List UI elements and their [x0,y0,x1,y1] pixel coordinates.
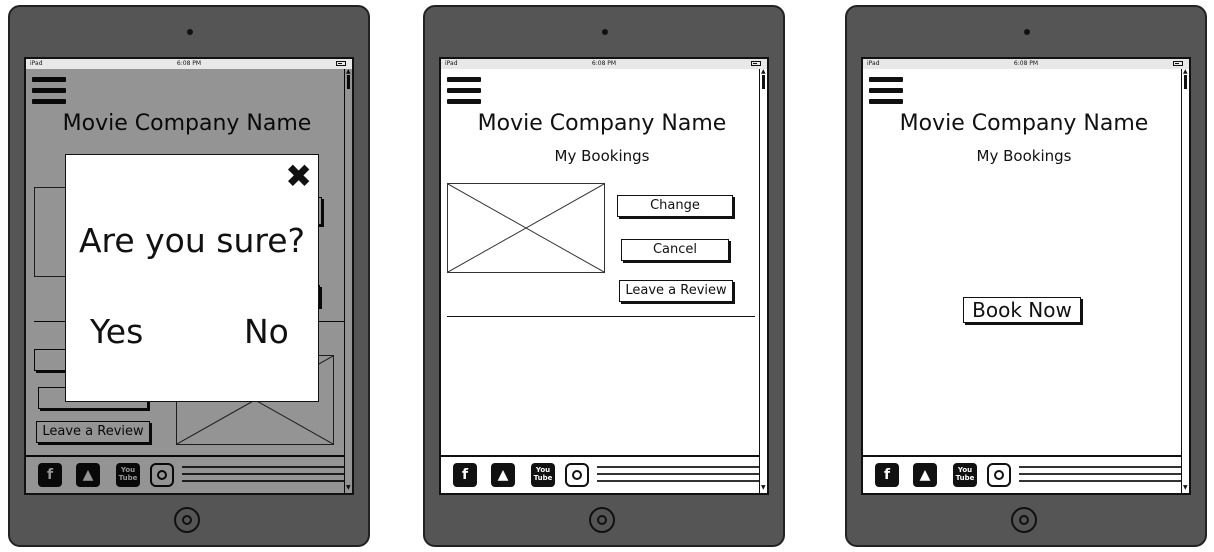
status-time: 6:08 PM [176,60,202,67]
status-time: 6:08 PM [591,60,617,67]
battery-icon [1173,61,1183,66]
scroll-thumb[interactable] [762,75,765,89]
battery-icon [751,61,761,66]
battery-icon [336,61,346,66]
footer-text [1019,463,1181,487]
company-name: Movie Company Name [899,111,1149,136]
camera [187,29,193,35]
facebook-icon[interactable]: f [453,463,477,487]
camera [602,29,608,35]
home-button[interactable] [589,507,615,533]
facebook-icon[interactable]: f [875,463,899,487]
twitter-icon[interactable]: ▲ [491,463,515,487]
scrollbar[interactable]: ▲ ▼ [1181,69,1189,493]
page-title: My Bookings [976,147,1072,165]
home-button[interactable] [1011,507,1037,533]
menu-icon[interactable] [447,77,481,105]
scroll-down-icon[interactable]: ▼ [761,485,766,491]
status-bar: iPad 6:08 PM [441,59,767,69]
instagram-icon[interactable] [987,463,1011,487]
confirm-dialog: ✖ Are you sure? Yes No [65,154,319,402]
poster-image [447,183,605,273]
divider [447,316,755,317]
youtube-icon[interactable]: You Tube [953,463,977,487]
scroll-down-icon[interactable]: ▼ [1183,485,1188,491]
youtube-icon[interactable]: You Tube [531,463,555,487]
tablet-confirm-dialog: iPad 6:08 PM Movie Company Name Leave a … [8,5,370,547]
screen: iPad 6:08 PM Movie Company Name My Booki… [439,57,769,495]
yes-button[interactable]: Yes [90,312,143,351]
page-title: My Bookings [554,147,650,165]
footer: f ▲ You Tube [441,455,763,493]
twitter-icon[interactable]: ▲ [913,463,937,487]
scrollbar[interactable]: ▲ ▼ [759,69,767,493]
camera [1024,29,1030,35]
home-button[interactable] [174,507,200,533]
no-button[interactable]: No [244,312,289,351]
scroll-thumb[interactable] [1184,75,1187,89]
company-name: Movie Company Name [477,111,727,136]
screen: iPad 6:08 PM Movie Company Name Leave a … [24,57,354,495]
status-bar: iPad 6:08 PM [26,59,352,69]
book-now-button[interactable]: Book Now [963,297,1081,323]
review-button[interactable]: Leave a Review [619,280,733,302]
status-time: 6:08 PM [1013,60,1039,67]
cancel-button[interactable]: Cancel [621,239,729,261]
dialog-question: Are you sure? [78,221,306,260]
tablet-no-bookings: iPad 6:08 PM Movie Company Name My Booki… [845,5,1207,547]
close-icon[interactable]: ✖ [285,157,312,195]
status-bar: iPad 6:08 PM [863,59,1189,69]
footer: f ▲ You Tube [863,455,1185,493]
screen: iPad 6:08 PM Movie Company Name My Booki… [861,57,1191,495]
instagram-icon[interactable] [565,463,589,487]
change-button[interactable]: Change [617,195,733,217]
tablet-my-bookings: iPad 6:08 PM Movie Company Name My Booki… [423,5,785,547]
footer-text [597,463,759,487]
menu-icon[interactable] [869,77,903,105]
